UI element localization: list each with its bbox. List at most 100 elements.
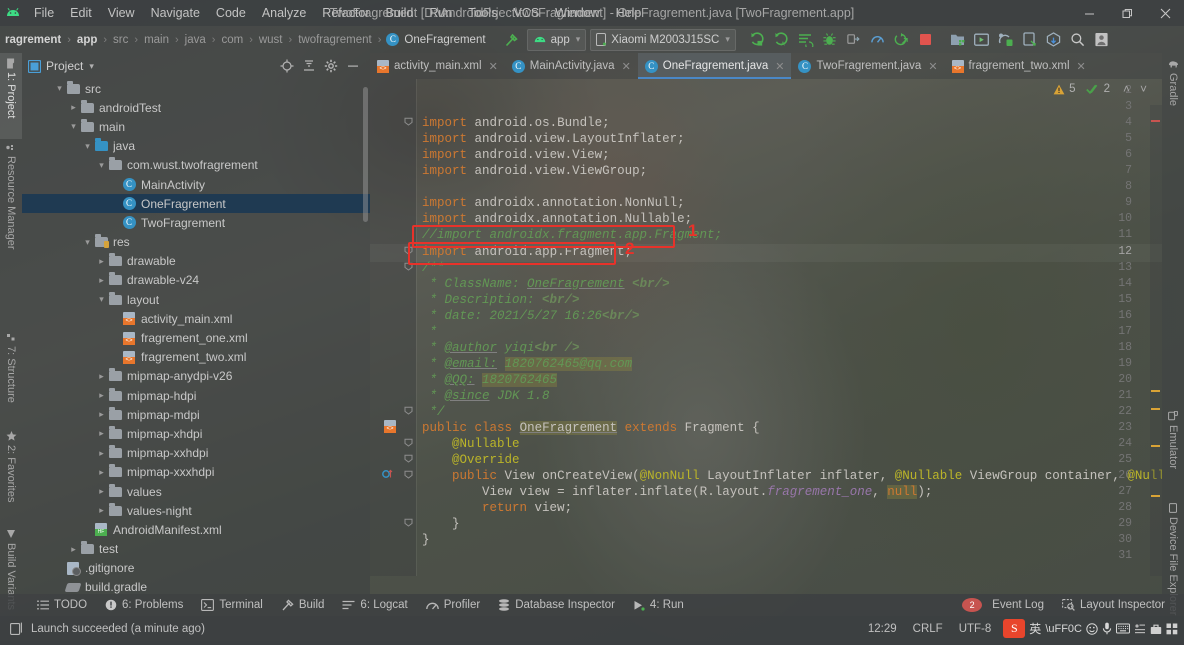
tree-row[interactable]: ▸ mipmap-xhdpi	[22, 424, 370, 443]
menu-tools[interactable]: Tools	[460, 0, 505, 26]
sidebar-item-gradle[interactable]: Gradle	[1162, 53, 1184, 135]
code-line[interactable]: * @email: 1820762465@qq.com	[422, 356, 633, 371]
device-selector[interactable]: Xiaomi M2003J15SC ▾	[590, 28, 736, 51]
chevron-right-icon[interactable]: ▸	[96, 486, 107, 497]
hide-panel-icon[interactable]	[342, 55, 364, 77]
breadcrumb-item-com[interactable]: com	[220, 34, 244, 46]
code-line[interactable]: import android.view.ViewGroup;	[422, 164, 647, 178]
bottom-item-profiler[interactable]: Profiler	[417, 594, 489, 616]
code-line[interactable]: import androidx.annotation.NonNull;	[422, 196, 685, 210]
error-stripe-mark[interactable]	[1151, 390, 1160, 392]
menu-analyze[interactable]: Analyze	[254, 0, 314, 26]
minimize-button[interactable]	[1070, 0, 1108, 26]
code-line[interactable]: public class OneFragrement extends Fragm…	[422, 421, 760, 436]
sidebar-item-project[interactable]: 1: Project	[0, 53, 22, 139]
tree-row[interactable]: .gitignore	[22, 559, 370, 578]
tree-row[interactable]: activity_main.xml	[22, 309, 370, 328]
code-line[interactable]: }	[422, 533, 430, 547]
bottom-item-terminal[interactable]: Terminal	[192, 594, 271, 616]
code-line[interactable]: * Description: <br/>	[422, 293, 580, 307]
breadcrumb-item-wust[interactable]: wust	[258, 34, 284, 46]
run-button[interactable]	[747, 29, 769, 51]
tree-row[interactable]: ▾ java	[22, 137, 370, 156]
code-line[interactable]: @Nullable	[422, 437, 520, 451]
bottom-item-problems[interactable]: 6: Problems	[96, 594, 192, 616]
code-line[interactable]: }	[422, 517, 460, 531]
user-account-icon[interactable]	[1091, 29, 1113, 51]
tree-row[interactable]: ▾ res	[22, 233, 370, 252]
menu-code[interactable]: Code	[208, 0, 254, 26]
code-line[interactable]: * @QQ: 1820762465	[422, 372, 558, 387]
menu-help[interactable]: Help	[608, 0, 650, 26]
close-tab-icon[interactable]: ✕	[928, 60, 937, 73]
mic-icon[interactable]	[1102, 622, 1112, 635]
tree-row[interactable]: ▸ test	[22, 540, 370, 559]
bottom-item-layout-inspector[interactable]: Layout Inspector	[1053, 594, 1174, 616]
chevron-down-icon[interactable]: ▾	[89, 61, 94, 72]
code-fold-icon[interactable]	[404, 454, 413, 463]
code-line[interactable]: return view;	[422, 501, 572, 515]
menu-edit[interactable]: Edit	[62, 0, 100, 26]
tree-row[interactable]: ▸ mipmap-xxxhdpi	[22, 463, 370, 482]
menu-run[interactable]: Run	[421, 0, 460, 26]
search-icon[interactable]	[1067, 29, 1089, 51]
editor-tab[interactable]: fragrement_two.xml ✕	[945, 53, 1093, 79]
code-fold-icon[interactable]	[404, 438, 413, 447]
tree-row[interactable]: fragrement_two.xml	[22, 348, 370, 367]
error-stripe-mark[interactable]	[1151, 495, 1160, 497]
tree-row[interactable]: ▾ com.wust.twofragrement	[22, 156, 370, 175]
breadcrumb-item-main[interactable]: main	[143, 34, 170, 46]
ime-language-toggle[interactable]: 英	[1029, 620, 1041, 637]
attach-debugger-button[interactable]	[843, 29, 865, 51]
override-method-gutter-icon[interactable]	[382, 468, 393, 479]
sogou-ime-logo-icon[interactable]: S	[1003, 619, 1026, 638]
project-tree-scrollbar[interactable]	[363, 87, 368, 222]
chevron-right-icon[interactable]: ▸	[96, 390, 107, 401]
error-stripe-bar[interactable]	[1150, 105, 1162, 576]
code-line[interactable]: import android.view.View;	[422, 148, 610, 162]
code-fold-icon[interactable]	[404, 406, 413, 415]
error-stripe-mark[interactable]	[1151, 120, 1160, 122]
chevron-right-icon[interactable]: ▸	[96, 428, 107, 439]
scroll-from-source-target-icon[interactable]	[276, 55, 298, 77]
collapse-all-icon[interactable]	[298, 55, 320, 77]
code-fold-icon[interactable]	[404, 117, 413, 126]
code-line[interactable]: import androidx.annotation.Nullable;	[422, 212, 692, 226]
chevron-right-icon[interactable]: ▸	[96, 371, 107, 382]
tree-row[interactable]: ▸ mipmap-anydpi-v26	[22, 367, 370, 386]
layout-inspector-button[interactable]	[1019, 29, 1041, 51]
breadcrumb-item-class[interactable]: OneFragrement	[403, 34, 486, 46]
error-stripe-mark[interactable]	[1151, 408, 1160, 410]
tree-row[interactable]: ▾ src	[22, 79, 370, 98]
code-fold-icon[interactable]	[404, 470, 413, 479]
code-line[interactable]: @Override	[422, 453, 520, 467]
toolbox-icon[interactable]	[1150, 623, 1162, 635]
tree-row[interactable]: C TwoFragrement	[22, 213, 370, 232]
tree-row[interactable]: ▾ main	[22, 117, 370, 136]
stop-button[interactable]	[915, 29, 937, 51]
tree-row[interactable]: ▸ androidTest	[22, 98, 370, 117]
chevron-right-icon[interactable]: ▸	[68, 102, 79, 113]
error-stripe-mark[interactable]	[1151, 445, 1160, 447]
code-line[interactable]: * @author yiqi<br />	[422, 341, 580, 355]
code-line[interactable]: import android.view.LayoutInflater;	[422, 132, 685, 146]
next-problem-icon[interactable]: ˅	[1137, 82, 1150, 96]
inspection-widget[interactable]: 5 2 ˄ ˅	[1053, 82, 1150, 96]
editor-tab[interactable]: C OneFragrement.java ✕	[637, 53, 792, 79]
chevron-down-icon[interactable]: ▾	[82, 237, 93, 248]
chevron-down-icon[interactable]: ▾	[68, 121, 79, 132]
settings-gear-icon[interactable]	[320, 55, 342, 77]
editor-tab[interactable]: C TwoFragrement.java ✕	[791, 53, 944, 79]
tree-row[interactable]: build.gradle	[22, 578, 370, 594]
pinyin-icon[interactable]	[1134, 623, 1146, 635]
sidebar-item-favorites[interactable]: 2: Favorites	[0, 425, 22, 527]
grid-icon[interactable]	[1166, 623, 1178, 635]
chevron-right-icon[interactable]: ▸	[96, 409, 107, 420]
close-tab-icon[interactable]: ✕	[775, 60, 784, 73]
editor-gutter[interactable]	[370, 79, 416, 576]
device-manager-button[interactable]	[995, 29, 1017, 51]
tree-row[interactable]: ▸ mipmap-hdpi	[22, 386, 370, 405]
chevron-down-icon[interactable]: ▾	[96, 294, 107, 305]
breadcrumb-item-project[interactable]: ragrement	[4, 34, 62, 46]
tree-row[interactable]: C OneFragrement	[22, 194, 370, 214]
